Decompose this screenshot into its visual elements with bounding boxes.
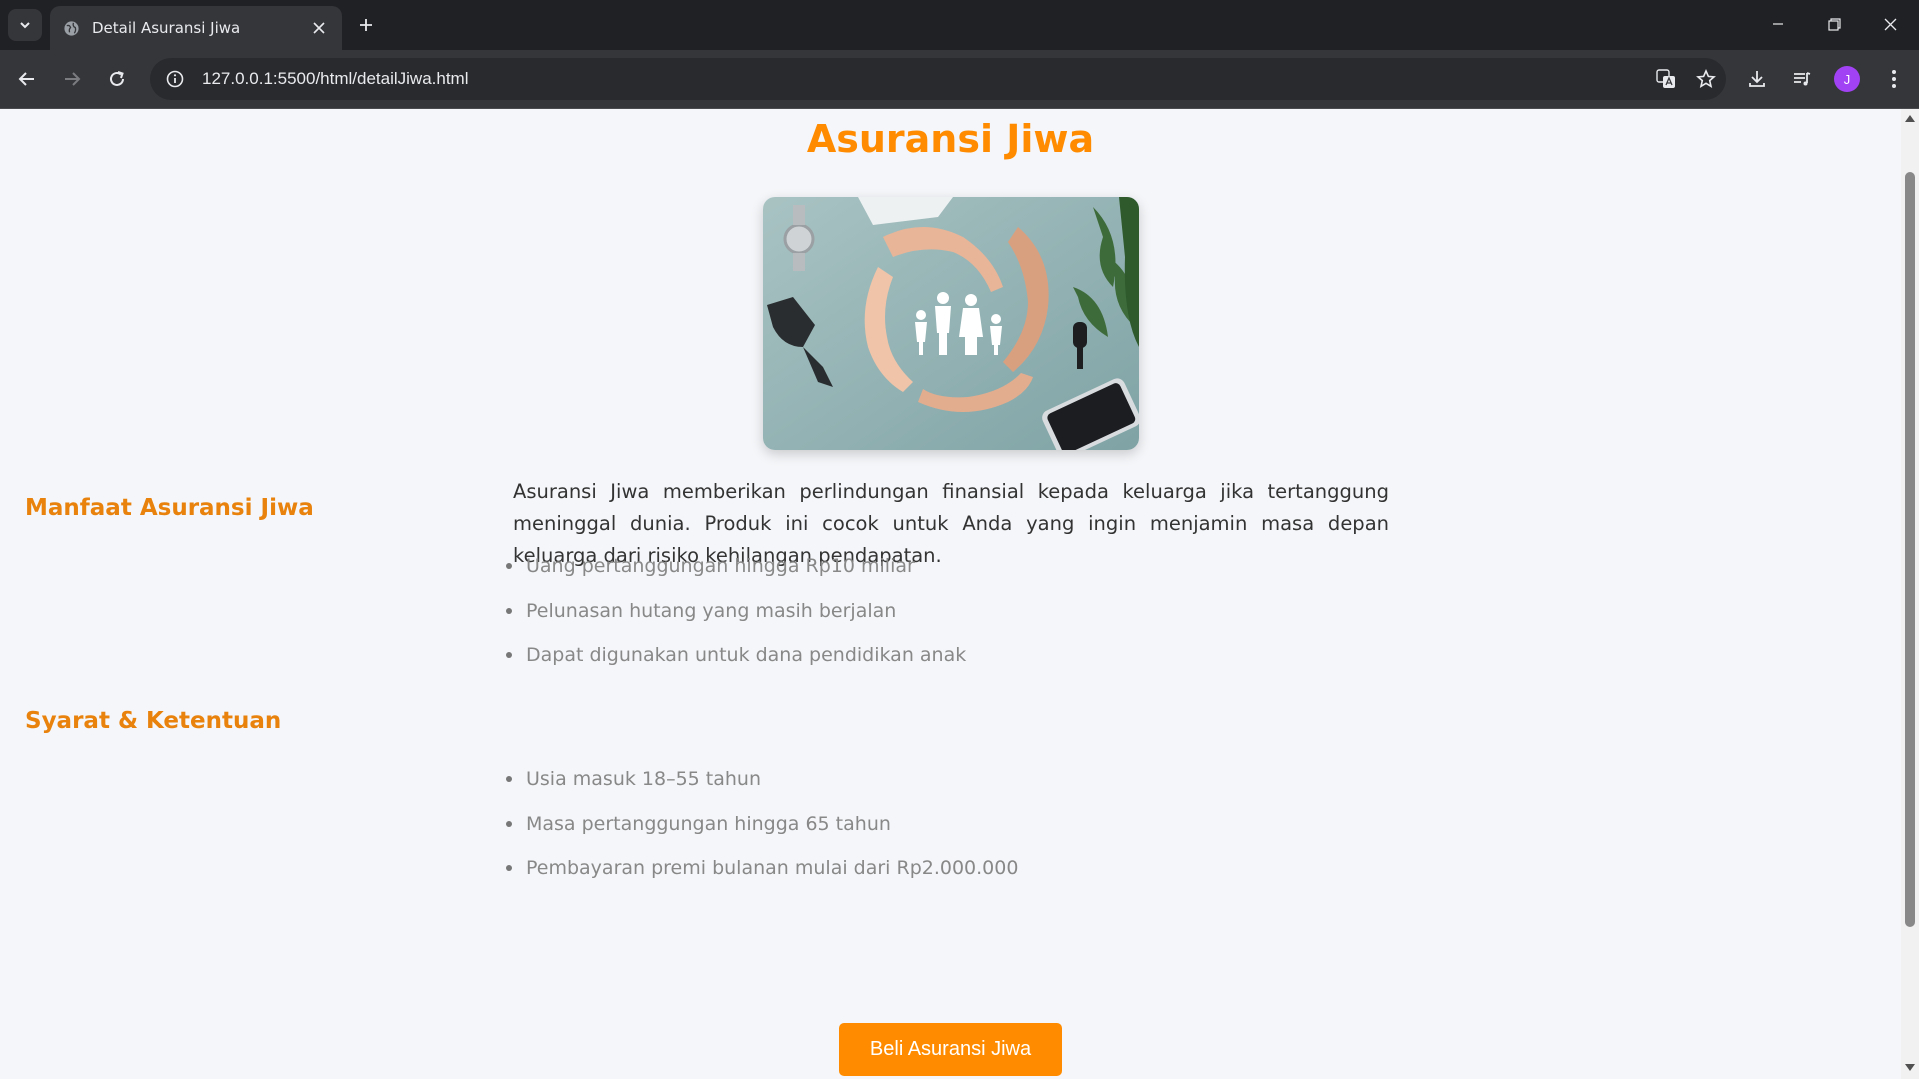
terms-heading: Syarat & Ketentuan [25,708,282,734]
list-item: Dapat digunakan untuk dana pendidikan an… [502,643,966,688]
back-button[interactable] [10,62,44,96]
chevron-down-icon [20,22,30,29]
list-item: Pelunasan hutang yang masih berjalan [502,599,966,644]
reload-button[interactable] [100,62,134,96]
browser-toolbar: 127.0.0.1:5500/html/detailJiwa.html J [0,50,1919,109]
downloads-button[interactable] [1739,62,1775,96]
reload-icon [110,71,124,86]
site-info-icon[interactable] [154,58,196,100]
page-scrollbar[interactable] [1901,109,1919,1079]
buy-insurance-button[interactable]: Beli Asuransi Jiwa [839,1023,1062,1076]
arrow-right-icon [65,72,81,86]
page-title: Asuransi Jiwa [806,117,1095,161]
url-text[interactable]: 127.0.0.1:5500/html/detailJiwa.html [202,69,1646,89]
address-bar[interactable]: 127.0.0.1:5500/html/detailJiwa.html [150,58,1726,100]
translate-icon[interactable] [1646,58,1686,100]
restore-icon [1827,17,1841,31]
close-tab-icon[interactable] [308,17,330,39]
minimize-icon [1773,23,1783,25]
page-viewport: Asuransi Jiwa Asuransi Jiwa memberikan p… [0,109,1901,1079]
scroll-down-icon[interactable] [1905,1064,1915,1071]
new-tab-button[interactable] [352,11,380,39]
list-item: Uang pertanggungan hingga Rp10 miliar [502,554,966,599]
scrollbar-thumb[interactable] [1905,172,1915,927]
forward-button[interactable] [55,62,89,96]
list-item: Usia masuk 18–55 tahun [502,767,1018,812]
list-item: Masa pertanggungan hingga 65 tahun [502,812,1018,857]
close-window-button[interactable] [1862,6,1918,42]
globe-icon [62,19,80,37]
benefits-list: Uang pertanggungan hingga Rp10 miliar Pe… [502,554,966,688]
terms-list: Usia masuk 18–55 tahun Masa pertanggunga… [502,767,1018,901]
scroll-up-icon[interactable] [1905,115,1915,122]
more-vertical-icon [1892,70,1896,88]
avatar: J [1834,66,1860,92]
minimize-button[interactable] [1750,6,1806,42]
list-item: Pembayaran premi bulanan mulai dari Rp2.… [502,856,1018,901]
profile-button[interactable]: J [1829,62,1865,96]
download-icon [1749,71,1765,87]
browser-menu-button[interactable] [1876,62,1912,96]
close-icon [1884,18,1896,30]
tab-title: Detail Asuransi Jiwa [92,19,241,37]
benefits-heading: Manfaat Asuransi Jiwa [25,495,314,521]
browser-tab[interactable]: Detail Asuransi Jiwa [50,6,342,50]
plus-icon [360,19,372,31]
arrow-left-icon [18,72,34,86]
bookmark-star-icon[interactable] [1686,58,1726,100]
hero-image [763,197,1139,450]
playlist-icon [1794,72,1811,86]
media-controls-button[interactable] [1784,62,1820,96]
tab-search-button[interactable] [8,9,42,41]
tab-bar: Detail Asuransi Jiwa [0,0,1919,50]
restore-button[interactable] [1806,6,1862,42]
